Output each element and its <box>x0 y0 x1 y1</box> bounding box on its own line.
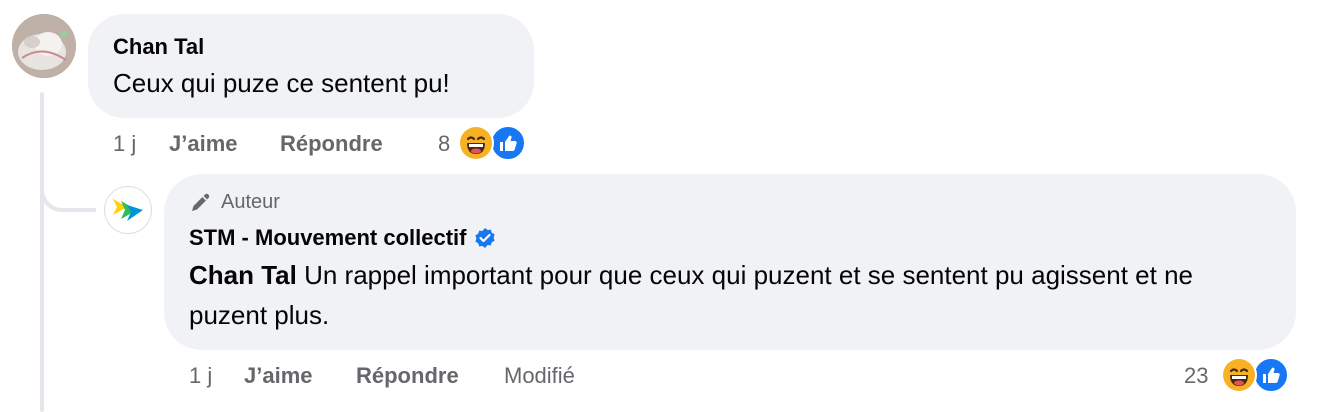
laughing-emoji[interactable] <box>458 125 494 161</box>
thumb-up-glyph <box>1263 367 1280 383</box>
laughing-emoji[interactable] <box>1221 357 1257 393</box>
verified-badge-icon <box>475 228 496 248</box>
reply-author-row: STM - Mouvement collectif <box>189 225 496 251</box>
comment-reply-button[interactable]: Répondre <box>280 131 383 157</box>
comment-reaction-count[interactable]: 8 <box>438 131 450 157</box>
author-badge-label: Auteur <box>221 190 280 213</box>
avatar-stm[interactable] <box>104 186 152 234</box>
laughing-emoji-glyph <box>1223 359 1255 391</box>
thread-connector <box>40 172 96 212</box>
like-thumb-icon[interactable] <box>490 125 526 161</box>
reply-author[interactable]: STM - Mouvement collectif <box>189 225 466 251</box>
like-thumb-icon[interactable] <box>1253 357 1289 393</box>
reply-text: Chan Tal Un rappel important pour que ce… <box>189 255 1269 335</box>
reply-like-button[interactable]: J’aime <box>244 363 313 389</box>
reply-reaction-count[interactable]: 23 <box>1184 363 1208 389</box>
reply-time[interactable]: 1 j <box>189 363 212 389</box>
laughing-emoji-glyph <box>460 127 492 159</box>
thread-line <box>40 92 44 412</box>
comment-text: Ceux qui puze ce sentent pu! <box>113 68 450 98</box>
reply-edited-label: Modifié <box>504 363 575 388</box>
comment-like-button[interactable]: J’aime <box>169 131 238 157</box>
comment-author[interactable]: Chan Tal <box>113 34 204 60</box>
reply-body: Un rappel important pour que ceux qui pu… <box>189 260 1193 330</box>
author-badge: Auteur <box>189 190 280 214</box>
reply-reply-button[interactable]: Répondre <box>356 363 459 389</box>
thumb-up-glyph <box>500 135 517 151</box>
avatar-chan-tal[interactable] <box>12 14 76 78</box>
reply-mention[interactable]: Chan Tal <box>189 260 297 290</box>
comment-time[interactable]: 1 j <box>113 131 136 157</box>
avatar-photo-image <box>12 14 76 78</box>
stm-logo-icon <box>113 199 143 221</box>
pen-icon <box>192 193 210 211</box>
